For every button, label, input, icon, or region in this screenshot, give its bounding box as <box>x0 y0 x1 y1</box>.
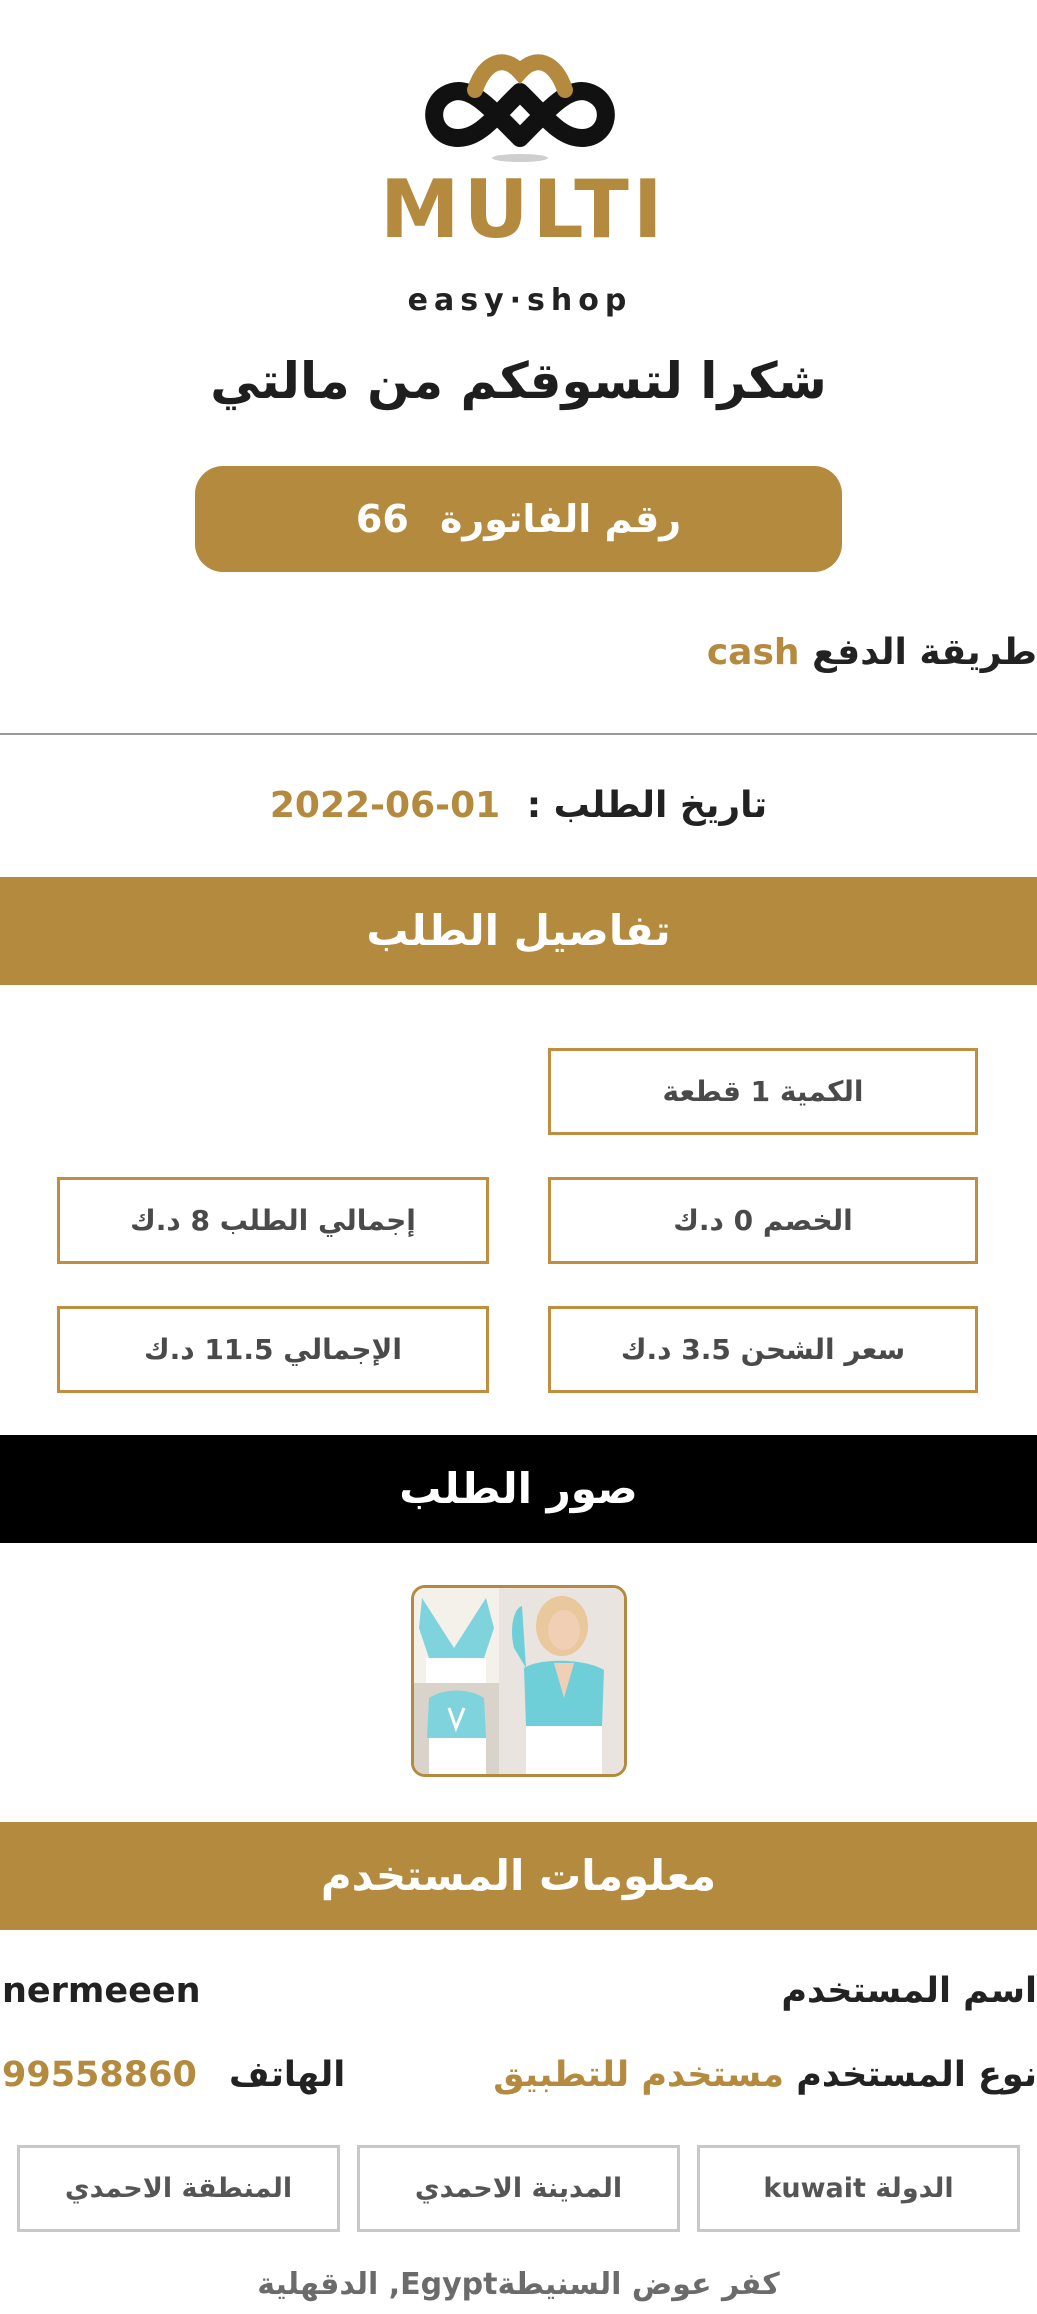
order-date-value: 01-06-2022 <box>269 785 501 826</box>
thanks-title: شكرا لتسوقكم من مالتي <box>210 352 827 410</box>
payment-method: طريقة الدفع cash <box>707 630 1037 676</box>
quantity-box: الكمية 1 قطعة <box>548 1048 978 1135</box>
order-details-header: تفاصيل الطلب <box>0 877 1037 985</box>
order-image-thumbnail[interactable] <box>411 1585 627 1777</box>
city-box: المدينة الاحمدي <box>357 2145 680 2232</box>
phone-value: 99558860 <box>2 2055 197 2095</box>
invoice-label: رقم الفاتورة <box>440 497 682 541</box>
user-type: نوع المستخدم مستخدم للتطبيق <box>493 2052 1037 2098</box>
order-date: تاريخ الطلب : 01-06-2022 <box>0 782 1037 830</box>
order-date-label: تاريخ الطلب : <box>526 785 768 826</box>
username-value: nermeeen <box>2 1971 201 2011</box>
subtotal-box: إجمالي الطلب 8 د.ك <box>57 1177 489 1264</box>
area-box: المنطقة الاحمدي <box>17 2145 340 2232</box>
country-box: الدولة kuwait <box>697 2145 1020 2232</box>
phone-label: الهاتف <box>229 2055 346 2095</box>
invoice-number: 66 <box>355 497 409 541</box>
user-type-value: مستخدم للتطبيق <box>493 2055 785 2095</box>
discount-box: الخصم 0 د.ك <box>548 1177 978 1264</box>
brand-logo: MULTI easy·shop <box>380 50 667 316</box>
payment-value: cash <box>706 632 800 673</box>
divider <box>0 733 1037 735</box>
product-photo-icon <box>414 1588 624 1774</box>
user-type-label: نوع المستخدم <box>796 2055 1037 2095</box>
user-info-header: معلومات المستخدم <box>0 1822 1037 1930</box>
payment-label: طريقة الدفع <box>812 632 1037 673</box>
phone: 99558860 الهاتف <box>2 2052 345 2098</box>
address: كفر عوض السنيطةEgypt, الدقهلية <box>257 2267 780 2302</box>
total-box: الإجمالي 11.5 د.ك <box>57 1306 489 1393</box>
invoice-number-button[interactable]: رقم الفاتورة 66 <box>195 466 842 572</box>
order-images-header: صور الطلب <box>0 1435 1037 1543</box>
logo-mark-icon <box>425 54 615 162</box>
brand-tagline: easy·shop <box>407 283 633 318</box>
brand-name: MULTI <box>380 163 667 256</box>
username-label: اسم المستخدم <box>781 1971 1037 2011</box>
shipping-box: سعر الشحن 3.5 د.ك <box>548 1306 978 1393</box>
